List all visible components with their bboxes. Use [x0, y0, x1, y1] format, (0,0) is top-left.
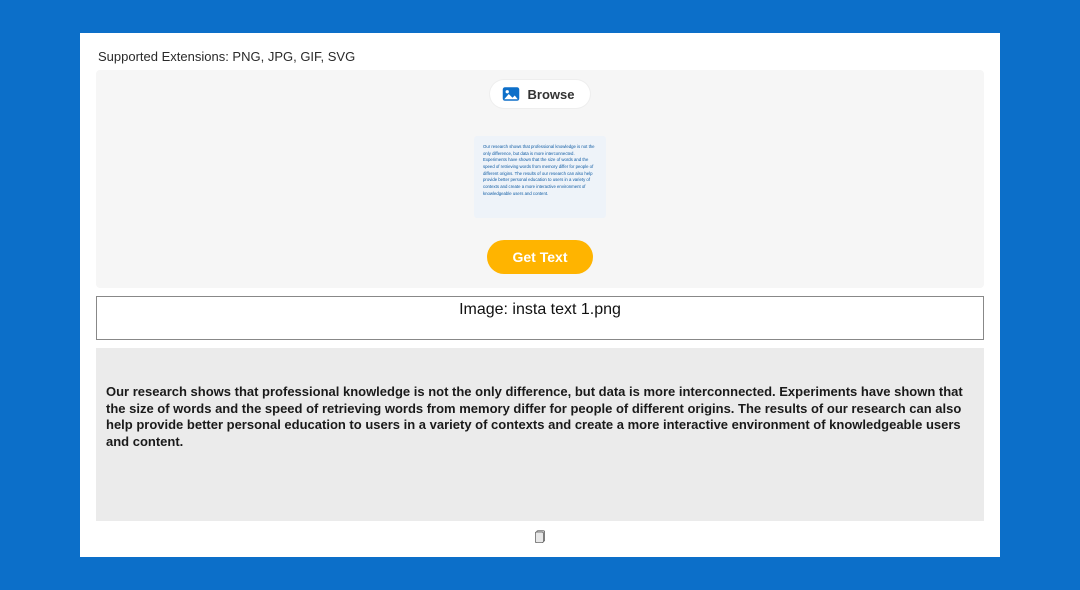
image-filename-bar: Image: insta text 1.png — [96, 296, 984, 340]
supported-extensions-label: Supported Extensions: PNG, JPG, GIF, SVG — [98, 49, 984, 64]
copy-row — [96, 527, 984, 547]
upload-area: Browse Our research shows that professio… — [96, 70, 984, 288]
browse-button-label: Browse — [528, 87, 575, 102]
image-filename-label: Image: insta text 1.png — [459, 301, 621, 319]
image-icon — [502, 86, 520, 102]
extracted-text: Our research shows that professional kno… — [106, 384, 974, 451]
uploaded-image-preview: Our research shows that professional kno… — [474, 136, 606, 218]
image-filename-prefix: Image: — [459, 301, 512, 318]
copy-button[interactable] — [530, 527, 550, 547]
image-filename-value: insta text 1.png — [512, 301, 621, 318]
extracted-text-panel: Our research shows that professional kno… — [96, 348, 984, 521]
app-window: Supported Extensions: PNG, JPG, GIF, SVG… — [80, 33, 1000, 557]
browse-button[interactable]: Browse — [490, 80, 591, 108]
clipboard-icon — [532, 528, 548, 547]
get-text-button[interactable]: Get Text — [487, 240, 594, 274]
